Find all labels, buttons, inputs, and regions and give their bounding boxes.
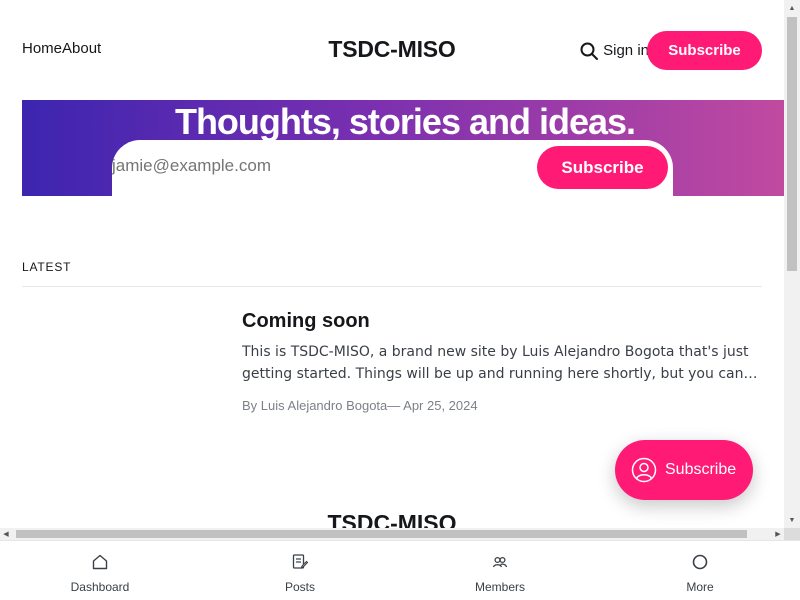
hero-title: Thoughts, stories and ideas. xyxy=(174,101,636,142)
hero-subscribe-button[interactable]: Subscribe xyxy=(537,146,668,189)
post-card[interactable]: Coming soon This is TSDC-MISO, a brand n… xyxy=(242,310,762,413)
footer-site-title[interactable]: TSDC-MISO xyxy=(0,510,784,528)
home-icon xyxy=(91,553,109,576)
site-title[interactable]: TSDC-MISO xyxy=(328,36,455,62)
post-title[interactable]: Coming soon xyxy=(242,310,762,333)
email-input[interactable] xyxy=(112,156,512,176)
portal-subscribe-button[interactable]: Subscribe xyxy=(615,440,753,500)
horizontal-scroll-thumb[interactable] xyxy=(16,530,747,538)
tab-posts-label: Posts xyxy=(284,580,315,594)
tab-members-label: Members xyxy=(474,580,525,594)
site-header: Home About TSDC-MISO Sign in Subscribe xyxy=(22,28,762,72)
posts-edit-icon xyxy=(291,553,309,576)
scroll-down-arrow-icon[interactable]: ▼ xyxy=(784,512,800,528)
tab-dashboard[interactable]: Dashboard xyxy=(0,541,200,600)
nav-about-link[interactable]: About xyxy=(62,40,101,57)
post-meta: By Luis Alejandro Bogota— Apr 25, 2024 xyxy=(242,398,478,413)
scrollbar-corner xyxy=(784,528,800,540)
hero-subscribe-form: Subscribe xyxy=(112,140,673,196)
horizontal-scrollbar[interactable]: ◀ ▶ xyxy=(0,528,784,540)
bottom-tab-bar: Dashboard Posts Members More xyxy=(0,540,800,600)
signin-link[interactable]: Sign in xyxy=(603,42,649,59)
user-circle-icon xyxy=(631,457,657,483)
site-viewport: Home About TSDC-MISO Sign in Subscribe T… xyxy=(0,0,784,528)
hero-banner: Thoughts, stories and ideas. Subscribe xyxy=(22,100,784,196)
tab-more[interactable]: More xyxy=(600,541,800,600)
header-subscribe-button[interactable]: Subscribe xyxy=(647,31,762,70)
post-excerpt: This is TSDC-MISO, a brand new site by L… xyxy=(242,344,758,382)
search-icon[interactable] xyxy=(579,41,599,61)
section-divider xyxy=(22,286,762,287)
tab-members[interactable]: Members xyxy=(400,541,600,600)
header-actions: Sign in Subscribe xyxy=(579,31,762,70)
members-icon xyxy=(491,553,509,576)
tab-more-label: More xyxy=(686,580,714,594)
tab-dashboard-label: Dashboard xyxy=(70,580,130,594)
scroll-right-arrow-icon[interactable]: ▶ xyxy=(772,528,784,540)
main-nav: Home About xyxy=(22,40,101,57)
latest-section-label: LATEST xyxy=(22,260,72,274)
circle-icon xyxy=(691,553,709,576)
scroll-left-arrow-icon[interactable]: ◀ xyxy=(0,528,12,540)
tab-posts[interactable]: Posts xyxy=(200,541,400,600)
vertical-scrollbar[interactable]: ▲ ▼ xyxy=(784,0,800,528)
scroll-up-arrow-icon[interactable]: ▲ xyxy=(784,0,800,16)
portal-subscribe-label: Subscribe xyxy=(665,461,737,478)
nav-home-link[interactable]: Home xyxy=(22,40,62,57)
vertical-scroll-thumb[interactable] xyxy=(787,17,797,271)
